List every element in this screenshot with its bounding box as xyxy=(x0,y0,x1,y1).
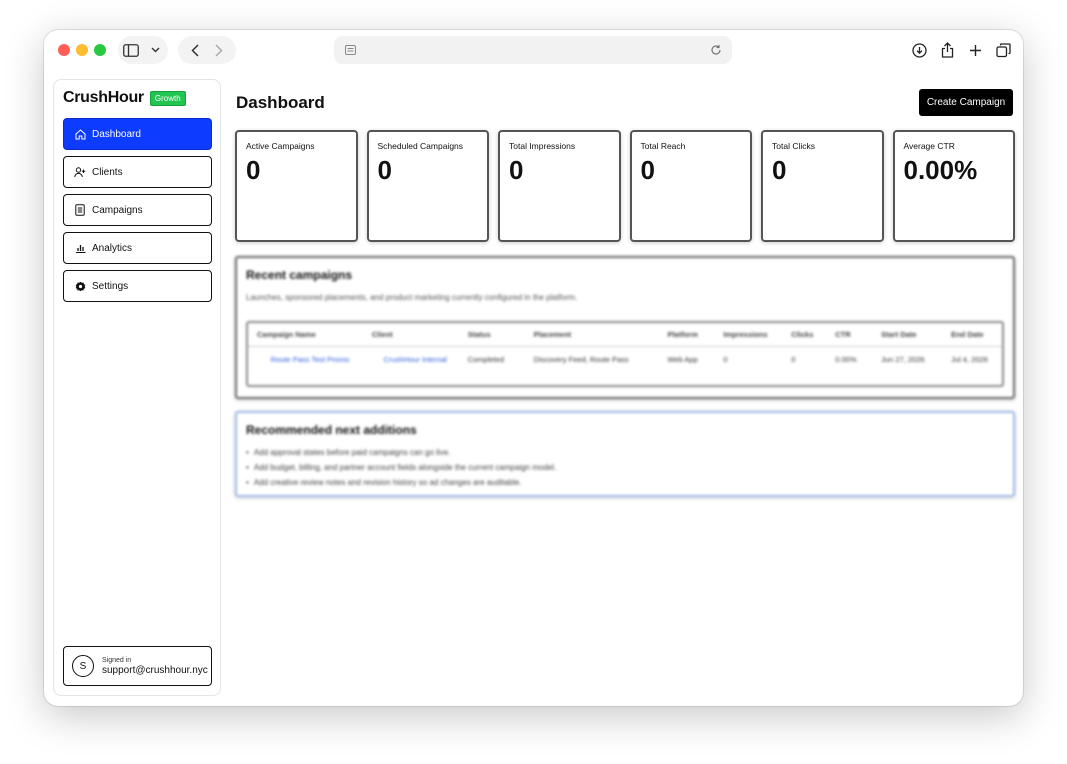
campaign-name-link[interactable]: Route Pass Test Promo xyxy=(248,355,363,364)
stat-value: 0 xyxy=(509,155,524,185)
column-header[interactable]: Impressions xyxy=(714,330,782,339)
stat-value: 0 xyxy=(772,155,787,185)
browser-window: CrushHour Growth Dashboard Clients Campa… xyxy=(44,30,1023,706)
list-item: Add approval states before paid campaign… xyxy=(246,448,556,457)
signed-in-user[interactable]: S Signed in support@crushhour.nyc xyxy=(63,646,212,686)
home-icon xyxy=(74,128,86,140)
create-campaign-button[interactable]: Create Campaign xyxy=(919,89,1013,116)
toolbar-actions xyxy=(907,38,1015,62)
table-cell: 0.00% xyxy=(835,355,857,364)
page-title: Dashboard xyxy=(236,93,325,112)
sidebar: CrushHour Growth Dashboard Clients Campa… xyxy=(53,79,221,696)
signed-in-label: Signed in xyxy=(102,656,132,664)
reader-icon[interactable] xyxy=(338,38,362,62)
close-window-button[interactable] xyxy=(58,44,70,56)
stat-card-active-campaigns: Active Campaigns 0 xyxy=(235,130,358,242)
client-link[interactable]: CrushHour Internal xyxy=(363,355,459,364)
stat-card-total-reach: Total Reach 0 xyxy=(629,130,752,242)
table-cell: 0 xyxy=(723,355,728,364)
plan-badge: Growth xyxy=(149,90,186,106)
stat-value: 0.00% xyxy=(903,155,978,185)
table-header: Campaign Name Client Status Placement Pl… xyxy=(248,323,1002,347)
stat-card-total-clicks: Total Clicks 0 xyxy=(761,130,884,242)
browser-toolbar xyxy=(44,30,1023,70)
table-cell: Jun 27, 2026 xyxy=(881,355,925,364)
sidebar-item-label: Clients xyxy=(92,166,123,178)
panel-description: Launches, sponsored placements, and prod… xyxy=(246,293,578,302)
column-header[interactable]: End Date xyxy=(942,330,1002,339)
recommended-additions-panel: Recommended next additions Add approval … xyxy=(235,411,1015,497)
chevron-down-icon xyxy=(143,38,167,62)
download-icon[interactable] xyxy=(907,38,931,62)
column-header[interactable]: Placement xyxy=(525,330,659,339)
stats-row: Active Campaigns 0 Scheduled Campaigns 0… xyxy=(235,130,1015,242)
stat-label: Total Reach xyxy=(640,141,686,151)
user-plus-icon xyxy=(74,166,86,178)
stat-value: 0 xyxy=(246,155,261,185)
sidebar-item-label: Dashboard xyxy=(92,128,141,140)
sidebar-item-label: Settings xyxy=(92,280,129,292)
column-header[interactable]: Client xyxy=(363,330,459,339)
stat-card-average-ctr: Average CTR 0.00% xyxy=(892,130,1015,242)
stat-label: Active Campaigns xyxy=(246,141,315,151)
maximize-window-button[interactable] xyxy=(94,44,106,56)
share-icon[interactable] xyxy=(935,38,959,62)
tabs-icon[interactable] xyxy=(991,38,1015,62)
sidebar-item-dashboard[interactable]: Dashboard xyxy=(63,118,212,150)
recent-campaigns-panel: Recent campaigns Launches, sponsored pla… xyxy=(235,256,1015,399)
sidebar-item-campaigns[interactable]: Campaigns xyxy=(63,194,212,226)
sidebar-item-clients[interactable]: Clients xyxy=(63,156,212,188)
sidebar-item-analytics[interactable]: Analytics xyxy=(63,232,212,264)
column-header[interactable]: Status xyxy=(459,330,525,339)
sidebar-toggle[interactable] xyxy=(118,36,168,64)
back-icon[interactable] xyxy=(183,38,207,62)
stat-label: Total Impressions xyxy=(509,141,576,151)
user-info: Signed in support@crushhour.nyc xyxy=(102,657,208,676)
gear-icon xyxy=(74,280,86,292)
list-item: Add budget, billing, and partner account… xyxy=(246,463,556,472)
column-header[interactable]: CTR xyxy=(826,330,872,339)
new-tab-icon[interactable] xyxy=(963,38,987,62)
history-nav xyxy=(178,36,236,64)
user-email: support@crushhour.nyc xyxy=(102,664,208,676)
stat-card-scheduled-campaigns: Scheduled Campaigns 0 xyxy=(366,130,489,242)
sidebar-item-settings[interactable]: Settings xyxy=(63,270,212,302)
stat-value: 0 xyxy=(377,155,392,185)
stat-label: Average CTR xyxy=(903,141,955,151)
address-bar[interactable] xyxy=(334,36,732,64)
column-header[interactable]: Platform xyxy=(658,330,714,339)
stat-label: Total Clicks xyxy=(772,141,815,151)
table-cell: Web App xyxy=(667,355,698,364)
avatar: S xyxy=(72,655,94,677)
sidebar-nav: Dashboard Clients Campaigns Analytics Se… xyxy=(63,118,212,308)
list-item: Add creative review notes and revision h… xyxy=(246,478,556,487)
forward-icon[interactable] xyxy=(207,38,231,62)
table-cell: Completed xyxy=(467,355,504,364)
reload-icon[interactable] xyxy=(704,38,728,62)
panel-title: Recommended next additions xyxy=(246,423,417,437)
table-cell: Jul 4, 2026 xyxy=(951,355,988,364)
stat-card-total-impressions: Total Impressions 0 xyxy=(498,130,621,242)
document-icon xyxy=(74,204,86,216)
column-header[interactable]: Start Date xyxy=(872,330,942,339)
table-row[interactable]: Route Pass Test Promo CrushHour Internal… xyxy=(248,347,1002,364)
column-header[interactable]: Campaign Name xyxy=(248,330,363,339)
brand-name: CrushHour xyxy=(63,89,144,106)
sidebar-icon xyxy=(119,38,143,62)
table-cell: Discovery Feed, Route Pass xyxy=(533,355,629,364)
brand[interactable]: CrushHour Growth xyxy=(63,89,186,107)
table-cell: 0 xyxy=(791,355,796,364)
stat-label: Scheduled Campaigns xyxy=(377,141,464,151)
recommendation-list: Add approval states before paid campaign… xyxy=(246,448,556,493)
panel-title: Recent campaigns xyxy=(246,268,353,282)
minimize-window-button[interactable] xyxy=(76,44,88,56)
sidebar-item-label: Analytics xyxy=(92,242,133,254)
bar-chart-icon xyxy=(74,242,86,254)
campaigns-table: Campaign Name Client Status Placement Pl… xyxy=(246,321,1004,387)
column-header[interactable]: Clicks xyxy=(782,330,826,339)
stat-value: 0 xyxy=(640,155,655,185)
sidebar-item-label: Campaigns xyxy=(92,204,143,216)
